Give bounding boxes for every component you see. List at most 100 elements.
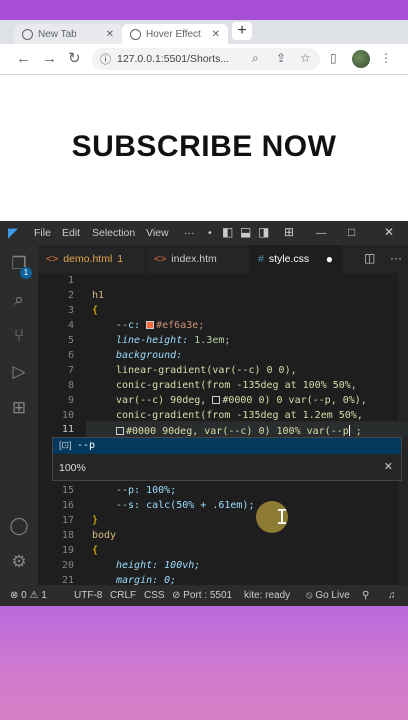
tab-style-css[interactable]: # style.css ●	[250, 245, 342, 273]
suggestion-item[interactable]: [⊡] --p	[53, 438, 401, 454]
code-line-18[interactable]: body	[92, 530, 116, 541]
restore-icon[interactable]: □	[348, 225, 355, 239]
title-bar: ◤ File Edit Selection View ··· • ◧ ⬓ ◨ ⊞…	[0, 221, 408, 245]
color-swatch[interactable]	[212, 396, 221, 404]
code-line-20[interactable]: height: 100vh;	[116, 560, 200, 571]
feedback-icon[interactable]: ⚲	[362, 590, 369, 601]
new-tab-button[interactable]: +	[232, 22, 252, 40]
search-icon[interactable]: ⌕	[8, 289, 30, 311]
go-live-button[interactable]: ⦸ Go Live	[306, 590, 350, 601]
share-icon[interactable]: ⇪	[276, 51, 286, 65]
css-file-icon: #	[258, 253, 264, 265]
suggestion-detail: 100%	[59, 462, 86, 474]
close-icon[interactable]: ✕	[212, 29, 220, 40]
code-token: --p: 100%;	[116, 485, 177, 496]
code-line-16[interactable]: --s: calc(50% + .61em);	[116, 500, 254, 511]
line-number: 18	[61, 530, 74, 541]
info-icon[interactable]: ⓘ	[100, 51, 111, 67]
line-number: 10	[61, 410, 74, 421]
variable-icon: [⊡]	[59, 440, 72, 450]
line-number: 17	[61, 515, 74, 526]
code-line-12[interactable]: #0000 90deg, var(--c) 0) 100% var(--p ;	[116, 425, 362, 437]
zoom-icon[interactable]: ⌕	[252, 51, 259, 66]
code-line-6[interactable]: line-height: 1.3em;	[116, 335, 230, 346]
color-swatch[interactable]	[116, 427, 124, 435]
tab-label: New Tab	[38, 28, 77, 40]
code-token: #0000 90deg, var(--c) 0) 100% var(--p	[126, 426, 349, 437]
bookmark-star-icon[interactable]: ☆	[300, 51, 311, 65]
menu-edit[interactable]: Edit	[62, 227, 80, 239]
css-value: #ef6a3e;	[156, 320, 205, 331]
tab-label: style.css	[268, 253, 310, 265]
menu-view[interactable]: View	[146, 227, 169, 239]
source-control-icon[interactable]: ⑂	[8, 325, 30, 347]
html-file-icon: <>	[46, 253, 59, 265]
minimize-icon[interactable]: —	[316, 227, 327, 239]
menu-selection[interactable]: Selection	[92, 227, 135, 239]
extensions-icon[interactable]: ⊞	[8, 397, 30, 419]
line-number: 2	[67, 290, 74, 301]
language-indicator[interactable]: CSS	[144, 590, 165, 601]
color-swatch[interactable]	[146, 321, 155, 329]
tab-new-tab[interactable]: New Tab ✕	[14, 24, 122, 44]
close-icon[interactable]: ✕	[106, 29, 114, 40]
code-line-19[interactable]: {	[92, 545, 98, 556]
menu-more[interactable]: ···	[184, 227, 195, 239]
layout-secondary-icon[interactable]: ◨	[258, 225, 269, 239]
page-heading: SUBSCRIBE NOW	[71, 130, 337, 163]
code-line-9[interactable]: conic-gradient(from -135deg at 100% 50%,	[116, 380, 357, 391]
code-line-17[interactable]: }	[92, 515, 98, 526]
status-bar: ⊗ 0 ⚠ 1 UTF-8 CRLF CSS ⊘ Port : 5501 kit…	[0, 585, 408, 606]
code-line-4[interactable]: {	[92, 305, 98, 316]
problem-badge: 1	[117, 253, 124, 265]
more-actions-icon[interactable]: ···	[390, 251, 402, 265]
side-panel-icon[interactable]: ▯	[330, 51, 337, 65]
line-number: 8	[67, 380, 74, 391]
kite-status[interactable]: kite: ready	[244, 590, 290, 601]
code-line-5[interactable]: --c: #ef6a3e;	[116, 320, 204, 331]
suggestion-widget[interactable]: [⊡] --p 100% ✕	[52, 437, 402, 481]
problems-indicator[interactable]: ⊗ 0 ⚠ 1	[10, 590, 47, 601]
code-line-7[interactable]: background:	[116, 350, 182, 361]
eol-indicator[interactable]: CRLF	[110, 590, 136, 601]
code-line-11[interactable]: conic-gradient(from -135deg at 1.2em 50%…	[116, 410, 363, 421]
layout-sidebar-icon[interactable]: ◧	[222, 225, 233, 239]
suggestion-label: --p	[77, 440, 96, 451]
account-icon[interactable]: ◯	[8, 515, 30, 537]
editor-tabs: <> demo.html 1 <> index.htm # style.css …	[38, 245, 408, 273]
code-line-21[interactable]: margin: 0;	[116, 575, 176, 585]
close-window-icon[interactable]: ✕	[384, 225, 394, 239]
more-menu-icon[interactable]: ⋮	[380, 51, 392, 65]
line-number: 3	[67, 305, 74, 316]
code-line-8[interactable]: linear-gradient(var(--c) 0 0),	[116, 365, 297, 376]
code-line-3[interactable]: h1	[92, 290, 104, 301]
back-icon[interactable]: ←	[16, 50, 31, 68]
run-debug-icon[interactable]: ▷	[8, 361, 30, 383]
tab-hover-effect[interactable]: Hover Effect ✕	[122, 24, 228, 44]
encoding-indicator[interactable]: UTF-8	[74, 590, 102, 601]
notifications-bell-icon[interactable]: ♫	[388, 590, 396, 601]
menu-file[interactable]: File	[34, 227, 51, 239]
tab-label: index.htm	[171, 253, 217, 265]
avatar[interactable]	[352, 50, 370, 68]
tab-label: Hover Effect	[146, 28, 201, 40]
error-count: 0	[21, 590, 27, 601]
tab-demo-html[interactable]: <> demo.html 1	[38, 245, 146, 273]
css-property: --c:	[116, 320, 147, 331]
settings-gear-icon[interactable]: ⚙	[8, 551, 30, 573]
unsaved-dot-icon[interactable]: ●	[326, 252, 333, 266]
layout-panel-icon[interactable]: ⬓	[240, 225, 251, 239]
port-indicator[interactable]: ⊘ Port : 5501	[172, 590, 232, 601]
forward-icon[interactable]: →	[42, 50, 57, 68]
split-editor-icon[interactable]: ◫	[364, 251, 375, 265]
tab-index-htm[interactable]: <> index.htm	[146, 245, 250, 273]
code-token: --s: calc(50% + .61em);	[116, 500, 255, 511]
line-number: 5	[67, 335, 74, 346]
html-file-icon: <>	[154, 253, 167, 265]
code-token: #0000 0) 0 var(--p, 0%),	[222, 395, 367, 406]
reload-icon[interactable]: ↻	[68, 50, 81, 68]
close-icon[interactable]: ✕	[384, 460, 393, 473]
code-line-10[interactable]: var(--c) 90deg, #0000 0) 0 var(--p, 0%),	[116, 395, 367, 406]
customize-layout-icon[interactable]: ⊞	[284, 225, 294, 239]
code-line-15[interactable]: --p: 100%;	[116, 485, 176, 496]
